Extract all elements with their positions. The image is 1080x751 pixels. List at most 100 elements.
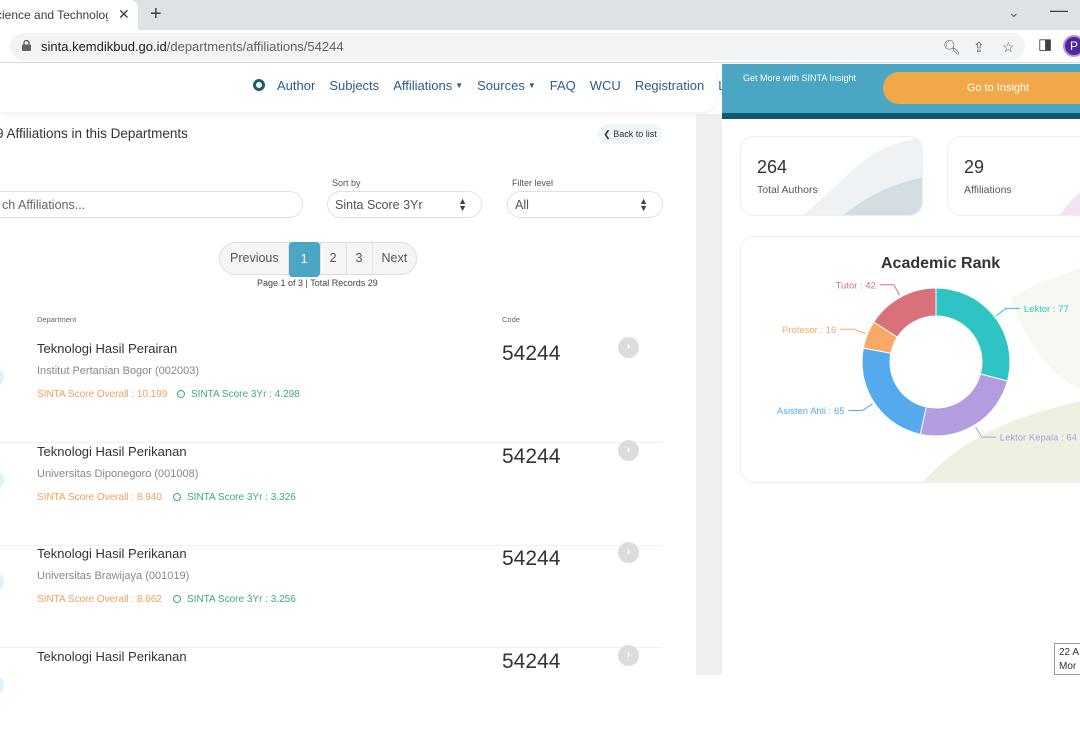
tab-search-chevron-icon[interactable]: ⌄ <box>1008 4 1020 21</box>
chevron-left-icon: ❮ <box>603 129 614 139</box>
department-code: 54244 <box>502 342 561 365</box>
stat-card-total-authors: 264 Total Authors <box>740 136 923 216</box>
sort-label: Sort by <box>332 178 361 188</box>
data-label: Asisten Ahli : 65 <box>777 406 845 417</box>
department-column-header: Department <box>37 315 77 324</box>
logo-placeholder <box>0 367 4 387</box>
profile-avatar[interactable]: P <box>1063 35 1080 57</box>
top-nav: Author Subjects Affiliations ▼ Sources ▼ F… <box>0 64 750 112</box>
data-label: Lektor Kepala : 64 <box>1000 433 1077 444</box>
affiliation-row: Teknologi Hasil Perikanan 54244 › <box>0 645 662 751</box>
tab-title: cience and Technology <box>0 8 108 22</box>
data-label: Tutor : 42 <box>836 280 876 291</box>
back-to-list-button[interactable]: ❮ Back to list <box>598 124 662 144</box>
institution-name: Institut Pertanian Bogor (002003) <box>37 365 200 377</box>
nav-faq[interactable]: FAQ <box>550 78 576 93</box>
close-tab-icon[interactable]: ✕ <box>118 6 130 23</box>
affiliation-row: Teknologi Hasil Perairan Institut Pertan… <box>0 337 662 443</box>
stat-card-affiliations: 29 Affiliations <box>947 136 1080 216</box>
affiliation-row: Teknologi Hasil Perikanan Universitas Di… <box>0 440 662 546</box>
leader-line <box>848 403 873 411</box>
page-info: Page 1 of 3 | Total Records 29 <box>257 278 378 288</box>
score-3yr: SINTA Score 3Yr : 3.256 <box>173 594 296 605</box>
nav-affiliations[interactable]: Affiliations ▼ <box>393 78 463 93</box>
affiliation-row: Teknologi Hasil Perikanan Universitas Br… <box>0 542 662 648</box>
next-button[interactable]: Next <box>371 243 417 274</box>
department-name[interactable]: Teknologi Hasil Perikanan <box>37 444 187 459</box>
nav-sources[interactable]: Sources ▼ <box>477 78 536 93</box>
circle-icon <box>173 595 181 603</box>
academic-rank-card: Lektor : 77 Lektor Kepala : 64 Asisten Ahl… <box>740 236 1080 483</box>
address-bar: sinta.kemdikbud.go.id/departments/affili… <box>0 30 1080 63</box>
data-label: Profesor : 16 <box>782 325 836 336</box>
institution-name: Universitas Diponegoro (001008) <box>37 468 199 480</box>
department-code: 54244 <box>502 547 561 570</box>
url-text: sinta.kemdikbud.go.id/departments/affili… <box>41 39 344 54</box>
column-gutter <box>696 114 722 675</box>
browser-tab[interactable]: cience and Technology ✕ <box>0 0 138 30</box>
bookmark-star-icon[interactable]: ☆ <box>1002 39 1015 56</box>
nav-wcu[interactable]: WCU <box>590 78 621 93</box>
nav-registration[interactable]: Registration <box>635 78 704 93</box>
donut-slice-asisten-ahli[interactable] <box>861 347 927 435</box>
side-panel-icon[interactable]: ◨ <box>1038 35 1052 53</box>
page-1-button[interactable]: 1 <box>287 242 320 277</box>
academic-rank-chart: Lektor : 77 Lektor Kepala : 64 Asisten Ahl… <box>777 269 1080 482</box>
page-2-button[interactable]: 2 <box>319 243 346 274</box>
circle-icon <box>173 493 181 501</box>
sort-arrows-icon: ▲ ▼ <box>458 196 467 213</box>
leader-line <box>840 328 866 335</box>
previous-button[interactable]: Previous <box>220 243 288 274</box>
logo-placeholder <box>0 675 4 695</box>
taskbar-clock-tooltip: 22 A Mor <box>1054 643 1080 675</box>
score-overall: SINTA Score Overall : 8.662 <box>37 594 162 605</box>
department-name[interactable]: Teknologi Hasil Perikanan <box>37 649 187 664</box>
chart-title: Academic Rank <box>881 255 1001 272</box>
home-icon[interactable] <box>253 79 265 91</box>
insight-banner: Get More with SINTA Insight Go to Insigh… <box>722 64 1080 119</box>
department-name[interactable]: Teknologi Hasil Perairan <box>37 341 177 356</box>
lock-icon <box>22 40 31 51</box>
page-heading: 9 Affiliations in this Departments <box>0 126 188 141</box>
donut-slice-lektor[interactable] <box>935 287 1011 382</box>
circle-icon <box>177 390 185 398</box>
donut-slice-lektor-kepala[interactable] <box>919 373 1009 437</box>
page-3-button[interactable]: 3 <box>345 243 372 274</box>
score-3yr: SINTA Score 3Yr : 4.298 <box>177 389 300 400</box>
logo-placeholder <box>0 470 4 490</box>
main-column: Author Subjects Affiliations ▼ Sources ▼ F… <box>0 64 750 695</box>
chevron-right-icon[interactable]: › <box>618 542 639 563</box>
chevron-right-icon[interactable]: › <box>618 645 639 666</box>
department-name[interactable]: Teknologi Hasil Perikanan <box>37 546 187 561</box>
search-input[interactable]: ch Affiliations... <box>0 191 303 218</box>
sort-select[interactable]: Sinta Score 3Yr ▲ ▼ <box>327 191 482 218</box>
sort-arrows-icon: ▲ ▼ <box>639 196 648 213</box>
url-input[interactable]: sinta.kemdikbud.go.id/departments/affili… <box>10 33 1025 60</box>
filter-label: Filter level <box>512 178 554 188</box>
nav-subjects[interactable]: Subjects <box>329 78 379 93</box>
score-3yr: SINTA Score 3Yr : 3.326 <box>173 492 296 503</box>
nav-author[interactable]: Author <box>277 78 315 93</box>
browser-tab-bar: cience and Technology ✕ + ⌄ — <box>0 0 1080 30</box>
share-icon[interactable]: ⇪ <box>973 39 985 56</box>
new-tab-icon[interactable]: + <box>150 3 162 26</box>
institution-name: Universitas Brawijaya (001019) <box>37 570 190 582</box>
stat-value: 264 <box>757 157 788 177</box>
pagination: Previous 1 2 3 Next <box>219 242 418 277</box>
score-overall: SINTA Score Overall : 8.940 <box>37 492 162 503</box>
logo-placeholder <box>0 572 4 592</box>
department-code: 54244 <box>502 650 561 673</box>
chevron-right-icon[interactable]: › <box>618 440 639 461</box>
zoom-icon[interactable]: 🔍︎ <box>943 39 961 56</box>
minimize-icon[interactable]: — <box>1050 0 1068 21</box>
chevron-right-icon[interactable]: › <box>618 337 639 358</box>
stat-label: Total Authors <box>757 184 818 196</box>
filter-select[interactable]: All ▲ ▼ <box>507 191 663 218</box>
nav-links: Author Subjects Affiliations ▼ Sources ▼ F… <box>277 78 750 93</box>
chart-decoration <box>1011 269 1080 390</box>
stat-label: Affiliations <box>964 184 1012 196</box>
go-to-insight-button[interactable]: Go to Insight <box>883 72 1080 104</box>
caret-down-icon: ▼ <box>527 81 536 90</box>
leader-line <box>879 284 901 296</box>
side-column: Get More with SINTA Insight Go to Insigh… <box>722 64 1080 675</box>
